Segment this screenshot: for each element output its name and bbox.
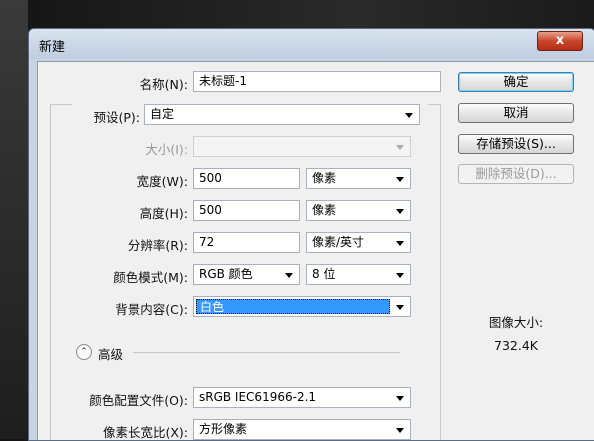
chevron-down-icon — [285, 273, 293, 278]
image-size-value: 732.4K — [494, 338, 538, 353]
color-mode-value: RGB 颜色 — [199, 267, 253, 281]
dialog-title: 新建 — [39, 40, 66, 55]
background-panel — [0, 0, 28, 439]
resolution-unit-select[interactable]: 像素/英寸 — [306, 232, 411, 253]
close-icon: x — [555, 33, 565, 48]
height-unit-value: 像素 — [312, 203, 337, 217]
background-select[interactable]: 白色 — [193, 296, 411, 317]
width-unit-value: 像素 — [312, 171, 337, 185]
background-label: 背景内容(C): — [115, 302, 188, 317]
image-size-label: 图像大小: — [488, 315, 544, 330]
chevron-down-icon — [396, 177, 404, 182]
dialog-body: 名称(N): 未标题-1 预设(P): 自定 大小(I): 宽度(W): 500… — [37, 61, 594, 440]
color-profile-label: 颜色配置文件(O): — [89, 393, 188, 408]
preset-value: 自定 — [150, 107, 175, 121]
preset-label: 预设(P): — [93, 110, 140, 125]
width-input[interactable]: 500 — [193, 168, 300, 189]
height-label: 高度(H): — [139, 206, 188, 221]
chevron-down-icon — [396, 396, 404, 401]
cancel-button[interactable]: 取消 — [458, 103, 574, 123]
width-unit-select[interactable]: 像素 — [306, 168, 411, 189]
preset-group-line-right-side — [440, 104, 441, 440]
name-label: 名称(N): — [139, 77, 188, 92]
resolution-input[interactable]: 72 — [193, 232, 300, 253]
pixel-aspect-value: 方形像素 — [199, 422, 248, 436]
width-label: 宽度(W): — [136, 174, 188, 189]
name-input[interactable]: 未标题-1 — [193, 71, 441, 92]
bit-depth-select[interactable]: 8 位 — [306, 264, 411, 285]
chevron-down-icon — [396, 209, 404, 214]
advanced-label: 高级 — [98, 347, 124, 362]
pixel-aspect-select[interactable]: 方形像素 — [193, 419, 411, 440]
background-value: 白色 — [196, 299, 390, 314]
color-mode-select[interactable]: RGB 颜色 — [193, 264, 300, 285]
preset-select[interactable]: 自定 — [144, 104, 420, 125]
new-document-dialog: 新建 x 名称(N): 未标题-1 预设(P): 自定 大小(I): 宽度(W)… — [28, 28, 594, 441]
chevron-down-icon — [396, 241, 404, 246]
chevron-down-icon — [396, 428, 404, 433]
save-preset-button[interactable]: 存储预设(S)... — [458, 134, 574, 154]
preset-group-line-right — [428, 104, 440, 105]
color-mode-label: 颜色模式(M): — [113, 270, 188, 285]
chevron-down-icon — [405, 113, 413, 118]
resolution-label: 分辨率(R): — [127, 238, 188, 253]
close-button[interactable]: x — [537, 31, 583, 51]
collapse-advanced-icon[interactable]: ⌃ — [76, 344, 92, 360]
chevron-down-icon — [396, 305, 404, 310]
bit-depth-value: 8 位 — [312, 267, 336, 281]
height-unit-select[interactable]: 像素 — [306, 200, 411, 221]
preset-group-line-side — [50, 104, 51, 440]
ok-button[interactable]: 确定 — [458, 72, 574, 92]
pixel-aspect-label: 像素长宽比(X): — [102, 425, 188, 440]
size-select — [193, 136, 411, 157]
preset-group-line-left — [50, 104, 72, 105]
chevron-down-icon — [396, 273, 404, 278]
height-input[interactable]: 500 — [193, 200, 300, 221]
title-bar[interactable]: 新建 x — [29, 29, 594, 59]
resolution-unit-value: 像素/英寸 — [312, 235, 365, 249]
color-profile-value: sRGB IEC61966-2.1 — [199, 390, 317, 404]
delete-preset-button: 删除预设(D)... — [458, 164, 574, 184]
chevron-down-icon — [396, 145, 404, 150]
advanced-divider — [133, 352, 400, 353]
size-label: 大小(I): — [145, 142, 188, 157]
color-profile-select[interactable]: sRGB IEC61966-2.1 — [193, 387, 411, 408]
